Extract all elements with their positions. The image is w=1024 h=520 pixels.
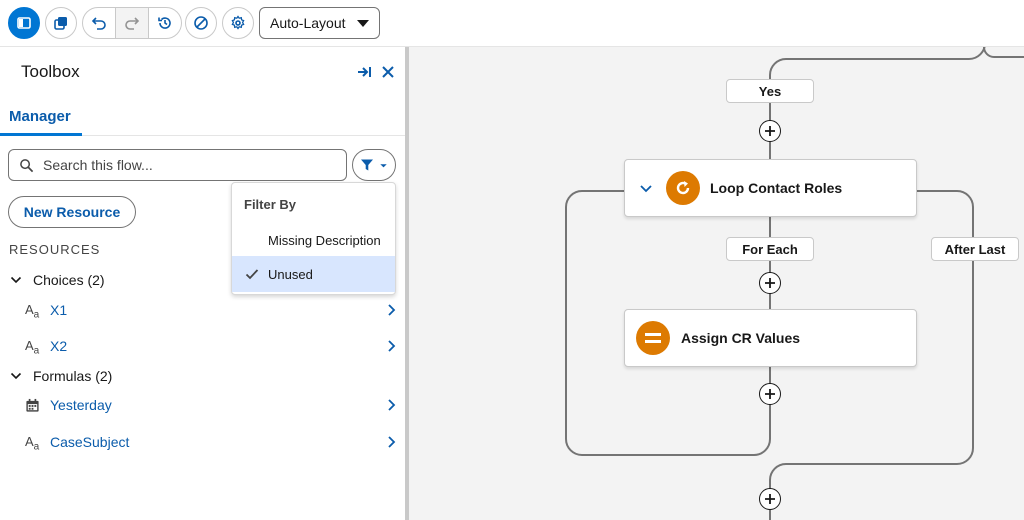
plus-icon: [765, 494, 775, 504]
add-element-button[interactable]: [759, 120, 781, 142]
group-formulas[interactable]: Formulas (2): [0, 362, 405, 390]
tab-bar: Manager: [0, 94, 405, 136]
chevron-down-icon: [380, 163, 387, 167]
chevron-down-icon[interactable]: [639, 183, 653, 195]
branch-label-after-last: After Last: [931, 237, 1019, 261]
dock-icon[interactable]: [356, 64, 372, 80]
redo-button[interactable]: [116, 8, 149, 38]
plus-icon: [765, 126, 775, 136]
search-icon: [20, 159, 34, 173]
group-label: Choices (2): [33, 272, 105, 288]
resource-item-x2[interactable]: Aa X2: [0, 332, 405, 360]
close-icon[interactable]: [381, 65, 395, 79]
tab-manager[interactable]: Manager: [0, 94, 82, 136]
branch-label-yes: Yes: [726, 79, 814, 103]
copy-icon: [54, 17, 67, 30]
panel-icon: [17, 17, 31, 29]
chevron-right-icon: [388, 340, 396, 352]
filter-option-label: Unused: [268, 266, 313, 282]
layout-mode-select[interactable]: Auto-Layout: [259, 7, 380, 39]
history-button-group: [82, 7, 182, 39]
history-icon: [158, 17, 171, 29]
chevron-right-icon: [388, 304, 396, 316]
resource-label: Yesterday: [50, 397, 112, 413]
history-button[interactable]: [149, 8, 181, 38]
toggle-toolbox-button[interactable]: [8, 7, 40, 39]
resource-item-casesubject[interactable]: Aa CaseSubject: [0, 428, 405, 456]
text-type-icon: Aa: [25, 302, 40, 321]
check-icon: [245, 269, 259, 280]
filter-button[interactable]: [352, 149, 396, 181]
new-resource-button[interactable]: New Resource: [8, 196, 136, 228]
redo-icon: [125, 17, 140, 30]
add-element-button[interactable]: [759, 488, 781, 510]
add-element-button[interactable]: [759, 383, 781, 405]
filter-option-label: Missing Description: [268, 232, 381, 248]
filter-dropdown: Filter By Missing Description Unused: [231, 182, 396, 295]
copy-button[interactable]: [45, 7, 77, 39]
undo-button[interactable]: [83, 8, 116, 38]
text-type-icon: Aa: [25, 434, 40, 453]
panel-title: Toolbox: [21, 62, 80, 81]
add-element-button[interactable]: [759, 272, 781, 294]
settings-button[interactable]: [222, 7, 254, 39]
node-label: Assign CR Values: [681, 330, 801, 346]
assignment-icon: [636, 321, 670, 355]
resource-label: X1: [50, 302, 68, 318]
search-input[interactable]: Search this flow...: [8, 149, 347, 181]
loop-icon: [666, 171, 700, 205]
gear-icon: [231, 15, 245, 30]
filter-heading: Filter By: [244, 197, 297, 212]
node-label: Loop Contact Roles: [710, 180, 843, 196]
branch-label-for-each: For Each: [726, 237, 814, 261]
text-type-icon: Aa: [25, 338, 40, 357]
search-placeholder: Search this flow...: [43, 157, 153, 173]
node-assign-cr-values[interactable]: Assign CR Values: [624, 309, 917, 367]
plus-icon: [765, 389, 775, 399]
calendar-icon: [26, 398, 39, 412]
resource-label: X2: [50, 338, 68, 354]
undo-icon: [91, 17, 106, 30]
filter-icon: [361, 159, 373, 171]
chevron-right-icon: [388, 436, 396, 448]
resource-item-x1[interactable]: Aa X1: [0, 296, 405, 324]
chevron-down-icon: [10, 372, 22, 380]
node-loop-contact-roles[interactable]: Loop Contact Roles: [624, 159, 917, 217]
layout-mode-value: Auto-Layout: [270, 15, 346, 31]
plus-icon: [765, 278, 775, 288]
resource-label: CaseSubject: [50, 434, 130, 450]
filter-option-missing-description[interactable]: Missing Description: [232, 222, 395, 258]
ban-icon: [194, 16, 208, 30]
flow-canvas[interactable]: Yes Loop Contact Roles For Each After La…: [409, 47, 1024, 520]
group-label: Formulas (2): [33, 368, 113, 384]
connector-lines: [565, 47, 1024, 520]
toolbar: Auto-Layout: [0, 0, 1024, 47]
resources-header: RESOURCES: [9, 242, 101, 257]
error-check-button[interactable]: [185, 7, 217, 39]
resource-item-yesterday[interactable]: Yesterday: [0, 391, 405, 419]
caret-down-icon: [357, 20, 369, 27]
chevron-down-icon: [10, 276, 22, 284]
filter-option-unused[interactable]: Unused: [232, 256, 395, 292]
chevron-right-icon: [388, 399, 396, 411]
